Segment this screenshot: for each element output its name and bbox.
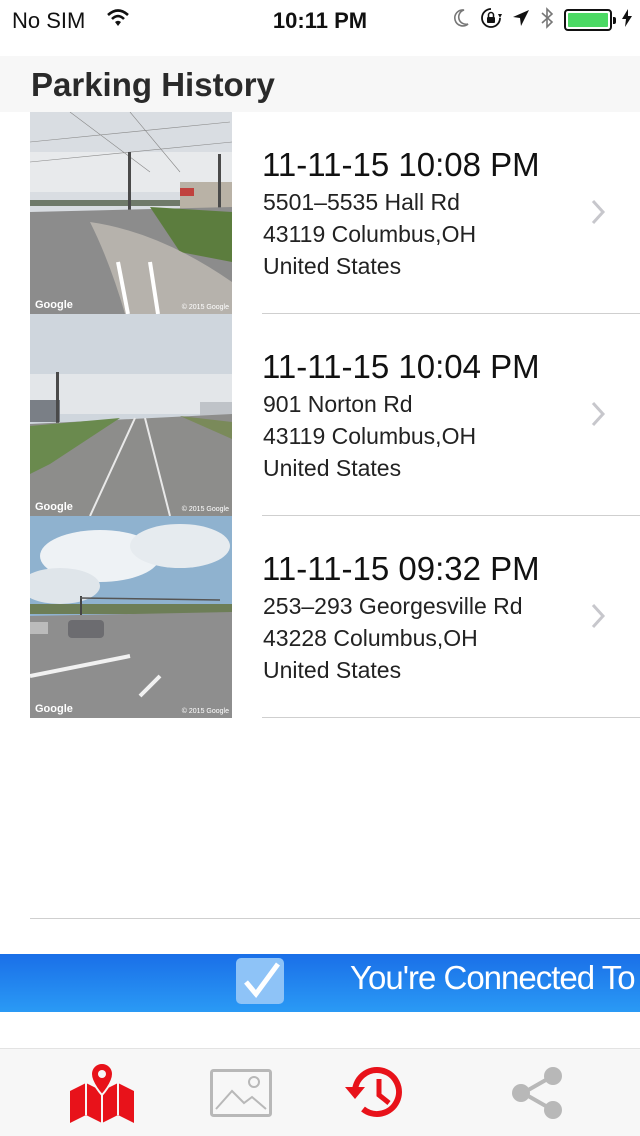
address-city: 43119 Columbus,OH	[263, 423, 477, 449]
parked-datetime: 11-11-15 09:32 PM	[262, 550, 540, 587]
tab-photos[interactable]	[206, 1063, 276, 1127]
thumb-copyright: © 2015 Google	[181, 304, 229, 311]
tab-map[interactable]	[67, 1061, 137, 1130]
page-title: Parking History	[31, 66, 275, 103]
tab-bar	[0, 1048, 640, 1136]
address-street: 253–293 Georgesville Rd	[263, 593, 523, 619]
street-view-thumbnail: Google © 2015 Google	[30, 314, 232, 516]
battery-icon	[564, 9, 616, 31]
row-separator	[262, 717, 640, 718]
address-country: United States	[263, 657, 402, 683]
banner-text: You're Connected To iA	[350, 959, 640, 996]
address-street: 5501–5535 Hall Rd	[263, 189, 460, 215]
thumb-copyright: © 2015 Google	[181, 506, 229, 513]
image-icon	[210, 1068, 272, 1122]
parked-datetime: 11-11-15 10:08 PM	[262, 146, 540, 183]
parked-datetime: 11-11-15 10:04 PM	[262, 348, 540, 385]
history-row[interactable]: Google © 2015 Google 11-11-15 09:32 PM 2…	[0, 516, 640, 718]
history-icon	[343, 1063, 407, 1128]
parking-history-list: Google © 2015 Google 11-11-15 10:08 PM 5…	[0, 112, 640, 718]
chevron-right-icon	[590, 602, 606, 635]
tab-share[interactable]	[502, 1063, 572, 1127]
checkmark-icon	[236, 958, 284, 1004]
address-street: 901 Norton Rd	[263, 391, 413, 417]
street-view-thumbnail: Google © 2015 Google	[30, 112, 232, 314]
status-icons	[452, 6, 632, 34]
thumb-brand: Google	[35, 703, 73, 715]
history-row[interactable]: Google © 2015 Google 11-11-15 10:04 PM 9…	[0, 314, 640, 516]
address-city: 43228 Columbus,OH	[263, 625, 478, 651]
address-country: United States	[263, 253, 402, 279]
bluetooth-icon	[540, 6, 554, 35]
chevron-right-icon	[590, 198, 606, 231]
status-bar: No SIM 10:11 PM	[0, 0, 640, 40]
thumb-brand: Google	[35, 299, 73, 311]
history-row[interactable]: Google © 2015 Google 11-11-15 10:08 PM 5…	[0, 112, 640, 314]
list-bottom-separator	[30, 918, 640, 919]
charging-bolt-icon	[622, 8, 632, 32]
tab-history[interactable]	[340, 1063, 410, 1127]
orientation-lock-icon	[480, 7, 502, 34]
nav-header: Parking History	[0, 56, 640, 112]
address-city: 43119 Columbus,OH	[263, 221, 477, 247]
map-pin-icon	[68, 1061, 136, 1130]
address-country: United States	[263, 455, 402, 481]
moon-icon	[452, 8, 470, 33]
chevron-right-icon	[590, 400, 606, 433]
connection-banner[interactable]: You're Connected To iA	[0, 954, 640, 1012]
thumb-brand: Google	[35, 501, 73, 513]
share-icon	[509, 1066, 565, 1125]
thumb-copyright: © 2015 Google	[181, 708, 229, 715]
location-arrow-icon	[512, 9, 530, 32]
street-view-thumbnail: Google © 2015 Google	[30, 516, 232, 718]
